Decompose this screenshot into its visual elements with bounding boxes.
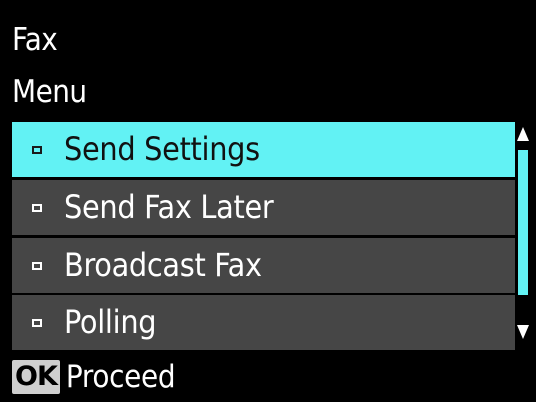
menu-item-broadcast-fax[interactable]: Broadcast Fax xyxy=(12,238,515,293)
ok-key-icon[interactable]: OK xyxy=(12,360,60,394)
arrow-up-icon[interactable] xyxy=(517,127,529,141)
footer-hint: OK Proceed xyxy=(12,358,176,396)
screen-title: Fax xyxy=(12,22,58,58)
menu-item-send-settings[interactable]: Send Settings xyxy=(12,122,515,177)
menu-item-label: Send Settings xyxy=(64,130,260,168)
arrow-down-icon[interactable] xyxy=(517,325,529,339)
menu-item-send-fax-later[interactable]: Send Fax Later xyxy=(12,180,515,235)
menu-item-label: Broadcast Fax xyxy=(64,246,262,284)
bullet-icon xyxy=(32,318,42,327)
fax-menu-screen: Fax Menu Send Settings Send Fax Later Br… xyxy=(0,0,536,402)
screen-subtitle: Menu xyxy=(12,74,87,110)
menu-list: Send Settings Send Fax Later Broadcast F… xyxy=(12,122,515,350)
bullet-icon xyxy=(32,203,42,212)
bullet-icon xyxy=(32,145,42,154)
menu-item-label: Polling xyxy=(64,303,157,341)
menu-item-label: Send Fax Later xyxy=(64,188,274,226)
proceed-label: Proceed xyxy=(65,359,176,395)
scroll-track[interactable] xyxy=(518,150,528,320)
scrollbar[interactable] xyxy=(516,122,530,350)
bullet-icon xyxy=(32,261,42,270)
menu-item-polling[interactable]: Polling xyxy=(12,295,515,350)
scroll-thumb[interactable] xyxy=(518,150,528,295)
